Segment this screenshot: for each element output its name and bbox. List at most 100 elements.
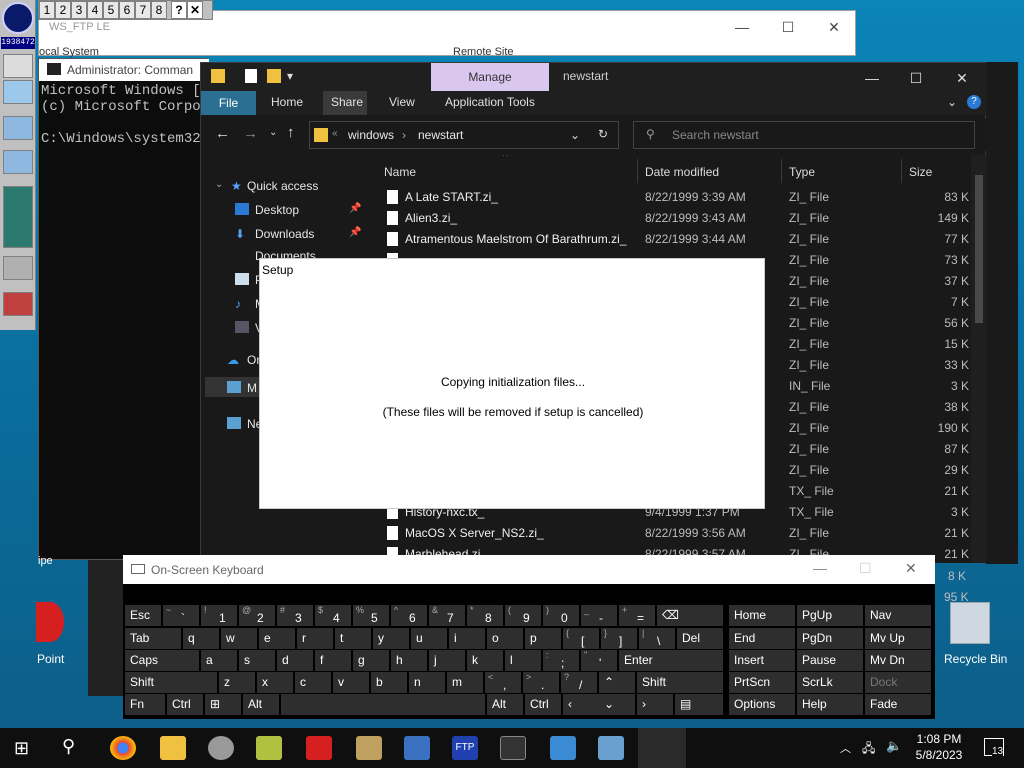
chrome-icon[interactable] (110, 736, 136, 760)
key-4[interactable]: $4 (315, 605, 351, 626)
key-punct[interactable]: ? / (561, 672, 597, 693)
key-i[interactable]: i (449, 628, 485, 649)
monitor-icon[interactable] (3, 80, 33, 104)
breadcrumb-newstart[interactable]: newstart (418, 128, 463, 142)
pin-icon[interactable]: 📌 (349, 203, 361, 214)
remote-desktop-icon[interactable] (598, 736, 624, 760)
tab-share[interactable]: Share (331, 95, 363, 109)
new-folder-icon[interactable] (267, 69, 281, 83)
nav-desktop[interactable]: Desktop (255, 203, 299, 217)
acrobat-icon[interactable] (306, 736, 332, 760)
key-enter[interactable]: Enter (619, 650, 723, 671)
tab-file[interactable]: File (201, 91, 256, 115)
key-help[interactable]: Help (797, 694, 863, 715)
minimize-button[interactable]: — (727, 17, 757, 37)
osk-titlebar[interactable]: On-Screen Keyboard — ☐ ✕ (123, 555, 935, 584)
key-alt-right[interactable]: Alt (487, 694, 523, 715)
search-box[interactable]: ⚲ Search newstart (633, 121, 975, 149)
key-m[interactable]: m (447, 672, 483, 693)
key-options[interactable]: Options (729, 694, 795, 715)
desktop-7-button[interactable]: 7 (135, 1, 151, 19)
cd-drive-icon[interactable] (3, 54, 33, 78)
key-alt[interactable]: Alt (243, 694, 279, 715)
desktop-4-button[interactable]: 4 (87, 1, 103, 19)
properties-icon[interactable] (245, 69, 257, 83)
customize-qat-icon[interactable]: ▾ (287, 69, 293, 83)
key-z[interactable]: z (219, 672, 255, 693)
key-mvdn[interactable]: Mv Dn (865, 650, 931, 671)
scrollbar-thumb[interactable] (975, 175, 983, 323)
nav-this-pc[interactable]: M (247, 381, 257, 395)
key-1[interactable]: ! 1 (201, 605, 237, 626)
key-fade[interactable]: Fade (865, 694, 931, 715)
active-app-button[interactable] (638, 728, 686, 768)
ftp-icon[interactable]: FTP (452, 736, 478, 760)
file-row[interactable]: MacOS X Server_NS2.zi_ 8/22/1999 3:56 AM Z… (367, 523, 969, 544)
cmd-icon[interactable] (500, 736, 526, 760)
key-v[interactable]: v (333, 672, 369, 693)
file-row[interactable]: Alien3.zi_ 8/22/1999 3:43 AM ZI_ File 149 K (367, 208, 969, 229)
file-explorer-icon[interactable] (160, 736, 186, 760)
key-bracket[interactable]: {[ (563, 628, 599, 649)
desktop-2-button[interactable]: 2 (55, 1, 71, 19)
desktop-6-button[interactable]: 6 (119, 1, 135, 19)
key-backspace[interactable]: ⌫ (657, 605, 723, 626)
help-button[interactable]: ? (171, 1, 187, 19)
key-x[interactable]: x (257, 672, 293, 693)
printer-icon[interactable] (3, 292, 33, 316)
dropdown-icon[interactable]: ⌄ (570, 128, 580, 142)
key-t[interactable]: t (335, 628, 371, 649)
app-icon[interactable] (404, 736, 430, 760)
key-5[interactable]: % 5 (353, 605, 389, 626)
key-k[interactable]: k (467, 650, 503, 671)
key-c[interactable]: c (295, 672, 331, 693)
key-mvup[interactable]: Mv Up (865, 628, 931, 649)
maximize-button[interactable]: ☐ (893, 67, 939, 89)
on-screen-keyboard[interactable]: On-Screen Keyboard — ☐ ✕ Esc ~ `! 1 @2 #3 $4% 5… (123, 555, 935, 719)
file-row[interactable]: A Late START.zi_ 8/22/1999 3:39 AM ZI_ Fil… (367, 187, 969, 208)
key-p[interactable]: p (525, 628, 561, 649)
key-esc[interactable]: Esc (125, 605, 161, 626)
photos-icon[interactable] (550, 736, 576, 760)
refresh-icon[interactable]: ↻ (598, 127, 608, 141)
key-e[interactable]: e (259, 628, 295, 649)
vertical-scrollbar[interactable] (971, 155, 987, 563)
key-end[interactable]: End (729, 628, 795, 649)
key-7[interactable]: & 7 (429, 605, 465, 626)
manage-tab[interactable]: Manage (431, 63, 549, 91)
key-scrlk[interactable]: ScrLk (797, 672, 863, 693)
breadcrumb-windows[interactable]: windows (348, 128, 394, 142)
maximize-button[interactable]: ☐ (859, 560, 872, 577)
installer-icon[interactable] (356, 736, 382, 760)
minimize-button[interactable]: — (813, 560, 827, 576)
key-space[interactable] (281, 694, 485, 715)
tab-home[interactable]: Home (271, 95, 303, 109)
recycle-bin-icon[interactable] (950, 602, 990, 644)
disk-utility-icon[interactable] (208, 736, 234, 760)
forward-icon[interactable]: → (243, 125, 258, 142)
key-6[interactable]: ^ 6 (391, 605, 427, 626)
key-menu[interactable]: ▤ (675, 694, 723, 715)
key-punct[interactable]: " ' (581, 650, 617, 671)
back-icon[interactable]: ← (215, 125, 230, 142)
tray-expand-icon[interactable]: ︿ (840, 740, 851, 756)
key-ctrl[interactable]: Ctrl (167, 694, 203, 715)
key--[interactable]: _ - (581, 605, 617, 626)
close-button[interactable]: ✕ (819, 17, 849, 37)
address-bar[interactable]: « windows › newstart ⌄ ↻ (309, 121, 619, 149)
maximize-button[interactable]: ☐ (773, 17, 803, 37)
start-icon[interactable]: ⊞ (14, 738, 29, 759)
monitor-app-icon[interactable] (256, 736, 282, 760)
close-button[interactable]: ✕ (905, 560, 917, 577)
key-2[interactable]: @2 (239, 605, 275, 626)
key-insert[interactable]: Insert (729, 650, 795, 671)
key-q[interactable]: q (183, 628, 219, 649)
overflow-icon[interactable]: « (332, 128, 338, 139)
key-9[interactable]: (9 (505, 605, 541, 626)
key-tab[interactable]: Tab (125, 628, 181, 649)
key-f[interactable]: f (315, 650, 351, 671)
desktop-3-button[interactable]: 3 (71, 1, 87, 19)
key-bracket[interactable]: | \ (639, 628, 675, 649)
key-=[interactable]: + = (619, 605, 655, 626)
key-punct[interactable]: <, (485, 672, 521, 693)
